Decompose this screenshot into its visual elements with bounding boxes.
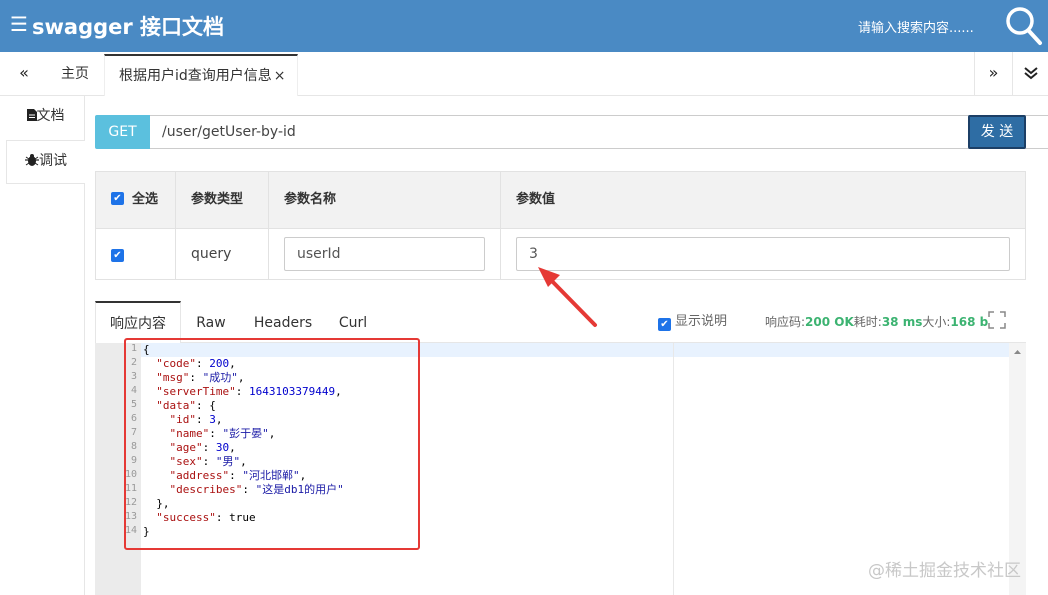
select-all-checkbox[interactable]: ✔ — [111, 192, 124, 205]
show-description-label: 显示说明 — [675, 314, 728, 329]
tab-get-user-by-id[interactable]: 根据用户id查询用户信息 × — [104, 54, 298, 96]
header-select-all: 全选 — [132, 192, 159, 207]
tab-label: 根据用户id查询用户信息 — [119, 68, 272, 84]
tab-menu-button[interactable] — [1012, 52, 1048, 96]
search-icon[interactable] — [1003, 4, 1043, 46]
status-value: 200 OK — [805, 315, 854, 329]
app-header: ☰ swagger 接口文档 请输入搜索内容...... — [0, 0, 1048, 52]
watermark: @稀土掘金技术社区 — [868, 561, 1021, 581]
response-status: 响应码:200 OK耗时:38 ms大小:168 b — [765, 301, 988, 343]
request-bar: GET /user/getUser-by-id 发 送 — [95, 115, 1048, 149]
header-param-type: 参数类型 — [191, 192, 244, 207]
url-input[interactable]: /user/getUser-by-id — [150, 115, 1048, 149]
print-margin — [673, 343, 674, 595]
status-label: 响应码: — [765, 315, 806, 329]
tab-scroll-right-button[interactable]: » — [974, 52, 1012, 96]
sidenav-doc[interactable]: 文档 — [6, 96, 85, 140]
http-method-badge: GET — [95, 115, 150, 149]
double-chevron-down-icon — [1023, 67, 1038, 80]
document-icon — [26, 109, 37, 121]
tab-raw[interactable]: Raw — [183, 301, 239, 343]
size-label: 大小: — [922, 315, 951, 329]
row-checkbox[interactable]: ✔ — [111, 249, 124, 262]
fullscreen-icon[interactable] — [988, 311, 1006, 329]
tab-headers[interactable]: Headers — [243, 301, 323, 343]
side-nav: 文档 调试 — [0, 96, 85, 595]
sidenav-debug-label: 调试 — [39, 153, 67, 169]
tab-home[interactable]: 主页 — [48, 52, 102, 96]
tab-bar: « 主页 根据用户id查询用户信息 × » — [0, 52, 1048, 96]
send-button[interactable]: 发 送 — [968, 115, 1026, 149]
time-label: 耗时: — [853, 315, 882, 329]
menu-icon[interactable]: ☰ — [10, 12, 28, 36]
bug-icon — [25, 154, 39, 166]
response-tabs: 响应内容 Raw Headers Curl ✔ 显示说明 响应码:200 OK耗时… — [95, 301, 1026, 344]
time-value: 38 ms — [881, 315, 923, 329]
show-description-toggle[interactable]: ✔ 显示说明 — [658, 301, 727, 343]
close-icon[interactable]: × — [274, 68, 286, 84]
sidenav-doc-label: 文档 — [36, 108, 65, 124]
annotation-highlight-box — [124, 338, 420, 550]
column-divider — [500, 172, 501, 279]
header-param-value: 参数值 — [516, 192, 556, 207]
header-param-name: 参数名称 — [284, 192, 337, 207]
scroll-up-icon[interactable] — [1009, 346, 1026, 358]
show-description-checkbox[interactable]: ✔ — [658, 318, 671, 331]
tab-curl[interactable]: Curl — [327, 301, 379, 343]
param-name-input[interactable]: userId — [284, 237, 485, 271]
search-input[interactable]: 请输入搜索内容...... — [858, 17, 974, 36]
size-value: 168 b — [950, 315, 989, 329]
tab-scroll-left-button[interactable]: « — [0, 52, 48, 96]
sidenav-debug[interactable]: 调试 — [6, 140, 85, 184]
param-type-cell: query — [191, 246, 232, 262]
column-divider — [175, 172, 176, 279]
column-divider — [268, 172, 269, 279]
app-title: swagger 接口文档 — [32, 15, 225, 39]
